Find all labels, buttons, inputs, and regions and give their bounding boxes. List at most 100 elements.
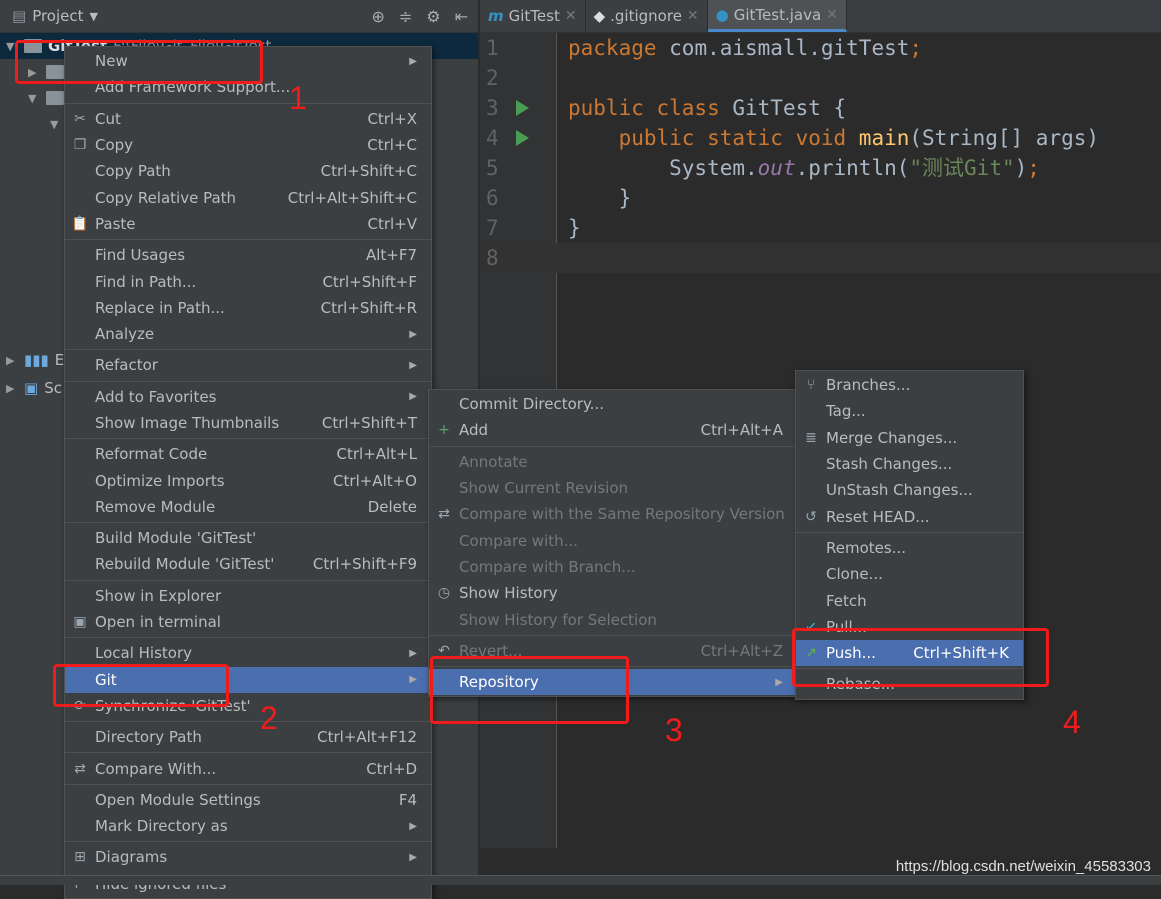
menu-item-paste[interactable]: 📋 Paste Ctrl+V (65, 211, 431, 237)
code-area[interactable]: 1 package com.aismall.gitTest; 2 3 public cl… (480, 33, 1161, 273)
menu-item-reformat-code[interactable]: Reformat Code Ctrl+Alt+L (65, 441, 431, 467)
menu-item-mark-directory-as[interactable]: Mark Directory as ▶ (65, 813, 431, 839)
menu-item-build-module-gittest[interactable]: Build Module 'GitTest' (65, 525, 431, 551)
close-icon[interactable]: ✕ (565, 8, 577, 24)
expand-arrow-icon[interactable]: ▶ (6, 354, 18, 367)
menu-item-compare-with[interactable]: ⇄ Compare With... Ctrl+D (65, 755, 431, 781)
run-icon[interactable] (516, 100, 529, 116)
menu-item-find-in-path[interactable]: Find in Path... Ctrl+Shift+F (65, 268, 431, 294)
menu-item-optimize-imports[interactable]: Optimize Imports Ctrl+Alt+O (65, 467, 431, 493)
menu-item-branches[interactable]: ⑂ Branches... (796, 372, 1023, 398)
menu-item-rebuild-module-gittest[interactable]: Rebuild Module 'GitTest' Ctrl+Shift+F9 (65, 551, 431, 577)
menu-item-copy-relative-path[interactable]: Copy Relative Path Ctrl+Alt+Shift+C (65, 184, 431, 210)
code-line[interactable]: 2 (480, 63, 1161, 93)
menu-item-label: Local History (95, 644, 193, 663)
code-line[interactable]: 3 public class GitTest { (480, 93, 1161, 123)
menu-item-show-history-for-selection[interactable]: Show History for Selection (429, 606, 797, 632)
menu-item-add-to-favorites[interactable]: Add to Favorites ▶ (65, 384, 431, 410)
menu-item-unstash-changes[interactable]: UnStash Changes... (796, 477, 1023, 503)
menu-item-label: Open in terminal (95, 613, 221, 632)
menu-item-shortcut: Ctrl+Shift+F (322, 272, 417, 291)
code-line[interactable]: 8 (480, 243, 1161, 273)
annotation-box-git (53, 664, 229, 707)
project-view-selector[interactable]: Project (32, 7, 83, 25)
code-token: } (568, 216, 581, 240)
locate-icon[interactable]: ⊕ (371, 7, 384, 26)
tab-gitignore[interactable]: ◆ .gitignore ✕ (586, 0, 708, 32)
menu-item-merge-changes[interactable]: ≣ Merge Changes... (796, 425, 1023, 451)
menu-item-copy-path[interactable]: Copy Path Ctrl+Shift+C (65, 158, 431, 184)
menu-item-remove-module[interactable]: Remove Module Delete (65, 494, 431, 520)
maven-icon: m (488, 7, 504, 25)
menu-item-copy[interactable]: ❐ Copy Ctrl+C (65, 132, 431, 158)
expand-arrow-icon[interactable]: ▼ (28, 92, 40, 105)
code-line[interactable]: 6 } (480, 183, 1161, 213)
close-icon[interactable]: ✕ (826, 7, 838, 23)
code-token: ; (909, 36, 923, 60)
tree-item-scratches[interactable]: ▶ ▣ Sc (6, 375, 62, 401)
code-line[interactable]: 4 public static void main(String[] args) (480, 123, 1161, 153)
menu-item-label: UnStash Changes... (826, 481, 973, 500)
menu-item-compare-with-the-same-repository-version[interactable]: ⇄ Compare with the Same Repository Versio… (429, 501, 797, 527)
menu-item-fetch[interactable]: Fetch (796, 587, 1023, 613)
menu-item-show-in-explorer[interactable]: Show in Explorer (65, 583, 431, 609)
annotation-box-repository (430, 656, 629, 724)
run-icon[interactable] (516, 130, 529, 146)
code-line[interactable]: 5 System.out.println("测试Git"); (480, 153, 1161, 183)
menu-item-remotes[interactable]: Remotes... (796, 535, 1023, 561)
close-icon[interactable]: ✕ (687, 8, 699, 24)
hide-panel-icon[interactable]: ⇤ (455, 7, 468, 26)
annotation-number: 4 (1063, 704, 1081, 740)
chevron-down-icon[interactable]: ▼ (90, 10, 98, 23)
diagrams-icon: ⊞ (74, 849, 86, 866)
menu-item-compare-with[interactable]: Compare with... (429, 527, 797, 553)
menu-item-label: Annotate (459, 452, 528, 471)
menu-item-directory-path[interactable]: Directory Path Ctrl+Alt+F12 (65, 724, 431, 750)
menu-item-cut[interactable]: ✂ Cut Ctrl+X (65, 106, 431, 132)
menu-item-reset-head[interactable]: ↺ Reset HEAD... (796, 503, 1023, 529)
expand-arrow-icon[interactable]: ▼ (50, 118, 62, 131)
menu-item-commit-directory[interactable]: Commit Directory... (429, 391, 797, 417)
menu-item-local-history[interactable]: Local History ▶ (65, 640, 431, 666)
menu-item-label: Copy Relative Path (95, 188, 237, 207)
menu-item-stash-changes[interactable]: Stash Changes... (796, 451, 1023, 477)
expand-arrow-icon[interactable]: ▶ (6, 382, 18, 395)
menu-item-replace-in-path[interactable]: Replace in Path... Ctrl+Shift+R (65, 295, 431, 321)
menu-item-label: Paste (95, 214, 136, 233)
collapse-all-icon[interactable]: ≑ (399, 7, 412, 26)
menu-item-find-usages[interactable]: Find Usages Alt+F7 (65, 242, 431, 268)
tab-gittest[interactable]: m GitTest ✕ (480, 0, 586, 32)
tab-label: GitTest.java (733, 5, 822, 24)
copy-icon: ❐ (73, 137, 87, 154)
menu-item-show-image-thumbnails[interactable]: Show Image Thumbnails Ctrl+Shift+T (65, 410, 431, 436)
gear-icon[interactable]: ⚙ (426, 7, 440, 26)
menu-item-shortcut: Ctrl+Shift+C (320, 162, 417, 181)
menu-item-compare-with-branch[interactable]: Compare with Branch... (429, 554, 797, 580)
menu-item-show-current-revision[interactable]: Show Current Revision (429, 475, 797, 501)
code-line[interactable]: 7} (480, 213, 1161, 243)
line-number: 6 (486, 186, 499, 210)
menu-item-analyze[interactable]: Analyze ▶ (65, 321, 431, 347)
menu-item-diagrams[interactable]: ⊞ Diagrams ▶ (65, 844, 431, 870)
tab-gittest-java[interactable]: ● GitTest.java ✕ (707, 0, 847, 32)
menu-item-label: Mark Directory as (95, 817, 228, 836)
add-icon: + (438, 422, 450, 439)
menu-item-label: Find Usages (95, 246, 186, 265)
menu-item-add[interactable]: + Add Ctrl+Alt+A (429, 417, 797, 443)
menu-item-open-module-settings[interactable]: Open Module Settings F4 (65, 787, 431, 813)
menu-item-label: Fetch (826, 591, 867, 610)
menu-item-open-in-terminal[interactable]: ▣ Open in terminal (65, 609, 431, 635)
menu-separator (65, 752, 431, 754)
menu-item-clone[interactable]: Clone... (796, 561, 1023, 587)
menu-item-label: Show Current Revision (459, 479, 629, 498)
menu-item-tag[interactable]: Tag... (796, 398, 1023, 424)
code-line[interactable]: 1 package com.aismall.gitTest; (480, 33, 1161, 63)
line-number: 2 (486, 66, 499, 90)
menu-separator (65, 721, 431, 723)
git-submenu: Commit Directory... + Add Ctrl+Alt+A Annotat… (428, 389, 798, 698)
menu-item-show-history[interactable]: ◷ Show History (429, 580, 797, 606)
menu-separator (429, 445, 797, 447)
menu-item-label: Show in Explorer (95, 586, 222, 605)
menu-item-refactor[interactable]: Refactor ▶ (65, 352, 431, 378)
menu-item-annotate[interactable]: Annotate (429, 449, 797, 475)
